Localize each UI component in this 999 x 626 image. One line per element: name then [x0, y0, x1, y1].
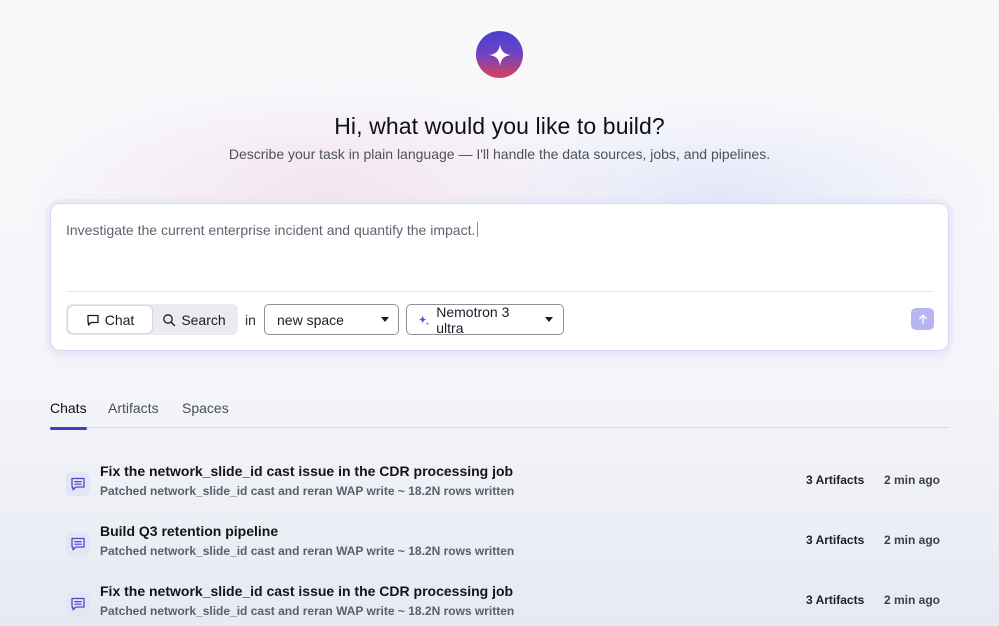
chat-list-item[interactable]: Fix the network_slide_id cast issue in t…	[50, 459, 949, 515]
chat-item-time: 2 min ago	[884, 533, 941, 547]
chat-item-icon-badge	[66, 532, 90, 556]
chat-mode-button[interactable]: Chat	[68, 306, 152, 333]
prompt-divider	[66, 291, 933, 292]
page-subtitle: Describe your task in plain language — I…	[228, 146, 771, 162]
mode-toggle: Chat Search	[66, 304, 238, 335]
chevron-down-icon	[545, 317, 553, 322]
chat-item-subtitle: Patched network_slide_id cast and reran …	[100, 484, 515, 498]
chat-list-item[interactable]: Build Q3 retention pipeline Patched netw…	[50, 519, 949, 575]
text-caret	[477, 222, 479, 237]
search-icon	[163, 313, 176, 326]
tab-spaces[interactable]: Spaces	[182, 400, 229, 428]
prompt-input[interactable]: Investigate the current enterprise incid…	[66, 222, 479, 238]
send-button[interactable]	[911, 308, 934, 330]
chat-item-subtitle: Patched network_slide_id cast and reran …	[100, 544, 515, 558]
page-title: Hi, what would you like to build?	[334, 113, 665, 139]
search-mode-label: Search	[181, 311, 226, 328]
chat-mode-label: Chat	[104, 311, 135, 328]
space-select-value: new space	[277, 311, 344, 328]
chat-item-title: Fix the network_slide_id cast issue in t…	[100, 583, 514, 599]
speech-bubble-icon	[87, 314, 99, 326]
chat-item-title: Fix the network_slide_id cast issue in t…	[100, 463, 514, 479]
message-lines-icon	[71, 477, 85, 491]
sparkle-icon	[488, 43, 511, 66]
space-select[interactable]: new space	[264, 304, 399, 335]
search-mode-button[interactable]: Search	[152, 306, 236, 333]
prompt-card: Investigate the current enterprise incid…	[50, 203, 949, 351]
chat-item-time: 2 min ago	[884, 473, 941, 487]
chevron-down-icon	[381, 317, 389, 322]
arrow-up-icon	[918, 314, 927, 324]
tab-artifacts[interactable]: Artifacts	[108, 400, 159, 428]
chat-list-item[interactable]: Fix the network_slide_id cast issue in t…	[50, 579, 949, 626]
model-select[interactable]: Nemotron 3 ultra	[406, 303, 564, 336]
chat-item-icon-badge	[66, 472, 90, 496]
prompt-input-value: Investigate the current enterprise incid…	[66, 222, 476, 238]
chat-item-subtitle: Patched network_slide_id cast and reran …	[100, 604, 515, 618]
message-lines-icon	[71, 537, 85, 551]
message-lines-icon	[71, 597, 85, 611]
chat-item-artifacts: 3 Artifacts	[806, 533, 865, 547]
chat-item-artifacts: 3 Artifacts	[806, 473, 865, 487]
tab-bar: Chats Artifacts Spaces	[50, 400, 949, 430]
chat-item-title: Build Q3 retention pipeline	[100, 523, 279, 539]
chat-item-artifacts: 3 Artifacts	[806, 593, 865, 607]
tab-chats[interactable]: Chats	[50, 400, 87, 430]
in-label: in	[245, 312, 256, 328]
chat-item-icon-badge	[66, 592, 90, 616]
app-logo	[476, 31, 523, 78]
sparkle-icon	[418, 314, 430, 326]
model-select-value: Nemotron 3 ultra	[436, 303, 510, 336]
chat-item-time: 2 min ago	[884, 593, 941, 607]
